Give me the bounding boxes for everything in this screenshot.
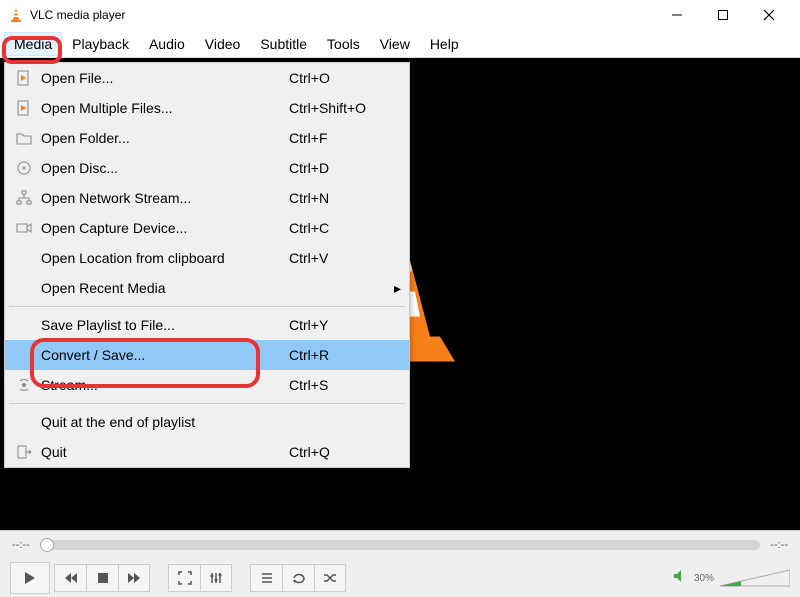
total-time: --:--: [770, 539, 788, 551]
submenu-arrow-icon: ▸: [389, 280, 401, 297]
menu-item-label: Quit at the end of playlist: [35, 414, 289, 430]
titlebar: VLC media player: [0, 0, 800, 30]
menu-save-playlist[interactable]: Save Playlist to File... Ctrl+Y: [5, 310, 409, 340]
button-row: 30%: [0, 559, 800, 597]
file-play-icon: [13, 100, 35, 116]
fullscreen-button[interactable]: [168, 564, 200, 592]
speaker-icon[interactable]: [672, 568, 688, 589]
volume-slider[interactable]: [720, 568, 790, 588]
capture-icon: [13, 220, 35, 236]
menu-open-clipboard[interactable]: Open Location from clipboard Ctrl+V: [5, 243, 409, 273]
loop-button[interactable]: [282, 564, 314, 592]
seek-knob[interactable]: [40, 538, 54, 552]
menu-subtitle[interactable]: Subtitle: [250, 32, 317, 56]
menubar: Media Playback Audio Video Subtitle Tool…: [0, 30, 800, 58]
menu-item-label: Open Capture Device...: [35, 220, 289, 236]
menu-separator: [9, 403, 405, 404]
menu-item-shortcut: Ctrl+R: [289, 347, 389, 363]
menu-item-label: Open File...: [35, 70, 289, 86]
seek-row: --:-- --:--: [0, 531, 800, 559]
menu-stream[interactable]: Stream... Ctrl+S: [5, 370, 409, 400]
menu-item-shortcut: Ctrl+F: [289, 130, 389, 146]
elapsed-time: --:--: [12, 539, 30, 551]
maximize-button[interactable]: [700, 0, 746, 30]
menu-open-network[interactable]: Open Network Stream... Ctrl+N: [5, 183, 409, 213]
menu-open-folder[interactable]: Open Folder... Ctrl+F: [5, 123, 409, 153]
menu-item-shortcut: Ctrl+D: [289, 160, 389, 176]
network-icon: [13, 190, 35, 206]
minimize-button[interactable]: [654, 0, 700, 30]
shuffle-button[interactable]: [314, 564, 346, 592]
close-button[interactable]: [746, 0, 792, 30]
menu-item-shortcut: Ctrl+Q: [289, 444, 389, 460]
menu-item-shortcut: Ctrl+O: [289, 70, 389, 86]
menu-help[interactable]: Help: [420, 32, 469, 56]
control-bar: --:-- --:-- 30%: [0, 530, 800, 597]
vlc-cone-icon: [8, 7, 24, 23]
menu-open-recent[interactable]: Open Recent Media ▸: [5, 273, 409, 303]
menu-item-label: Stream...: [35, 377, 289, 393]
menu-item-shortcut: Ctrl+C: [289, 220, 389, 236]
menu-open-multiple-files[interactable]: Open Multiple Files... Ctrl+Shift+O: [5, 93, 409, 123]
menu-item-label: Open Location from clipboard: [35, 250, 289, 266]
volume-percent: 30%: [694, 573, 714, 584]
previous-button[interactable]: [54, 564, 86, 592]
volume-control: 30%: [672, 568, 790, 589]
menu-playback[interactable]: Playback: [62, 32, 139, 56]
menu-item-label: Convert / Save...: [35, 347, 289, 363]
menu-quit[interactable]: Quit Ctrl+Q: [5, 437, 409, 467]
stop-button[interactable]: [86, 564, 118, 592]
menu-video[interactable]: Video: [195, 32, 251, 56]
menu-item-shortcut: Ctrl+Shift+O: [289, 100, 389, 116]
window-controls: [654, 0, 792, 30]
extended-settings-button[interactable]: [200, 564, 232, 592]
folder-icon: [13, 130, 35, 146]
play-button[interactable]: [10, 562, 50, 594]
menu-separator: [9, 306, 405, 307]
media-dropdown: Open File... Ctrl+O Open Multiple Files.…: [4, 62, 410, 468]
seek-slider[interactable]: [40, 540, 761, 550]
menu-convert-save[interactable]: Convert / Save... Ctrl+R: [5, 340, 409, 370]
quit-icon: [13, 444, 35, 460]
playlist-button[interactable]: [250, 564, 282, 592]
menu-audio[interactable]: Audio: [139, 32, 195, 56]
menu-quit-end-playlist[interactable]: Quit at the end of playlist: [5, 407, 409, 437]
menu-open-capture[interactable]: Open Capture Device... Ctrl+C: [5, 213, 409, 243]
menu-media[interactable]: Media: [4, 32, 62, 56]
window-title: VLC media player: [30, 8, 654, 22]
menu-item-shortcut: Ctrl+Y: [289, 317, 389, 333]
menu-view[interactable]: View: [370, 32, 420, 56]
menu-item-label: Open Multiple Files...: [35, 100, 289, 116]
menu-item-label: Save Playlist to File...: [35, 317, 289, 333]
stream-icon: [13, 377, 35, 393]
menu-item-label: Open Network Stream...: [35, 190, 289, 206]
menu-item-label: Quit: [35, 444, 289, 460]
next-button[interactable]: [118, 564, 150, 592]
menu-item-label: Open Folder...: [35, 130, 289, 146]
menu-item-shortcut: Ctrl+S: [289, 377, 389, 393]
file-play-icon: [13, 70, 35, 86]
menu-open-disc[interactable]: Open Disc... Ctrl+D: [5, 153, 409, 183]
menu-tools[interactable]: Tools: [317, 32, 370, 56]
menu-open-file[interactable]: Open File... Ctrl+O: [5, 63, 409, 93]
disc-icon: [13, 160, 35, 176]
menu-item-label: Open Recent Media: [35, 280, 289, 296]
menu-item-label: Open Disc...: [35, 160, 289, 176]
menu-item-shortcut: Ctrl+V: [289, 250, 389, 266]
menu-item-shortcut: Ctrl+N: [289, 190, 389, 206]
